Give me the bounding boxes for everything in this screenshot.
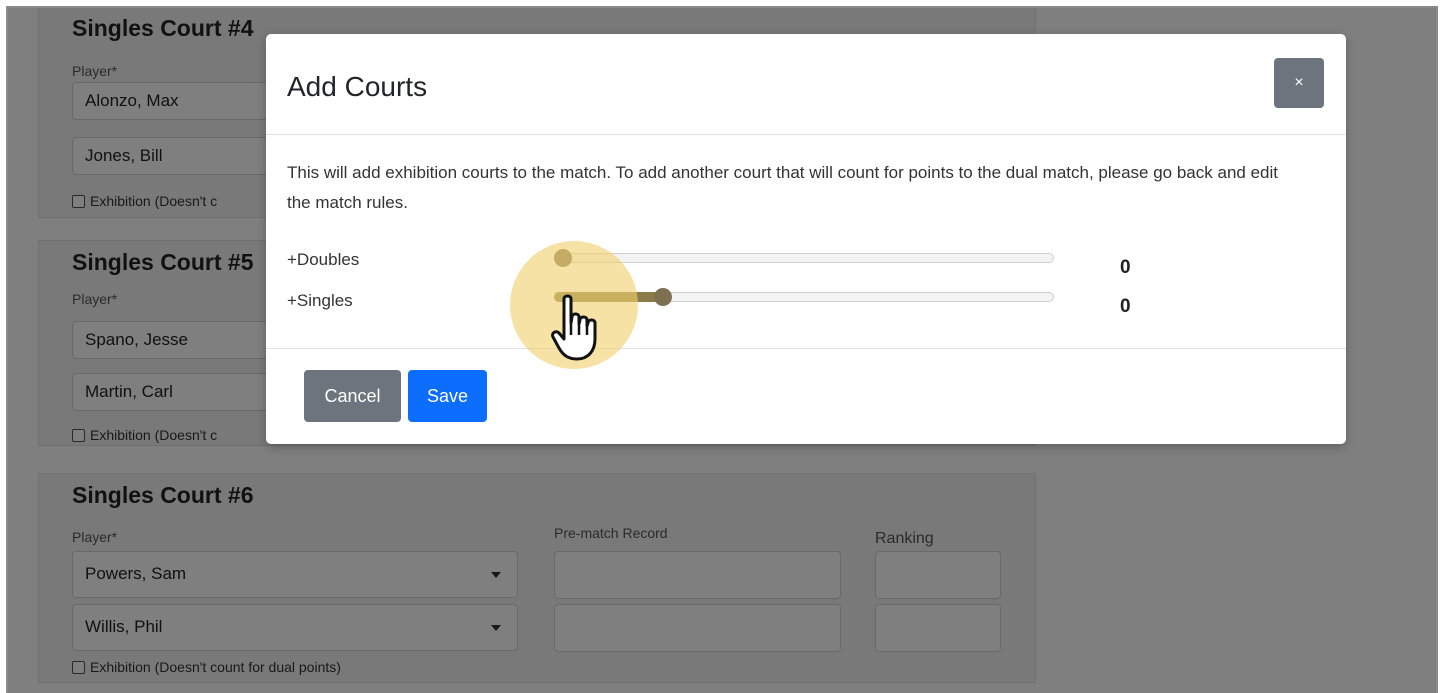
doubles-slider-label: +Doubles: [287, 250, 360, 269]
add-courts-modal: Add Courts × This will add exhibition co…: [266, 34, 1346, 444]
close-icon: ×: [1294, 74, 1304, 91]
app-frame: Singles Court #4 Player* Alonzo, Max Jon…: [6, 6, 1438, 693]
modal-title: Add Courts: [287, 71, 428, 102]
pointer-hand-icon: [551, 294, 597, 361]
cancel-button[interactable]: Cancel: [304, 370, 401, 422]
slider-thumb[interactable]: [654, 288, 672, 306]
singles-value: 0: [1120, 296, 1131, 317]
modal-footer-divider: [266, 348, 1346, 349]
singles-slider-label: +Singles: [287, 291, 353, 310]
doubles-value: 0: [1120, 257, 1131, 278]
doubles-slider[interactable]: [554, 249, 1054, 267]
close-button[interactable]: ×: [1274, 58, 1324, 108]
modal-header: Add Courts ×: [266, 34, 1346, 135]
save-button[interactable]: Save: [408, 370, 487, 422]
modal-description: This will add exhibition courts to the m…: [287, 163, 1278, 212]
